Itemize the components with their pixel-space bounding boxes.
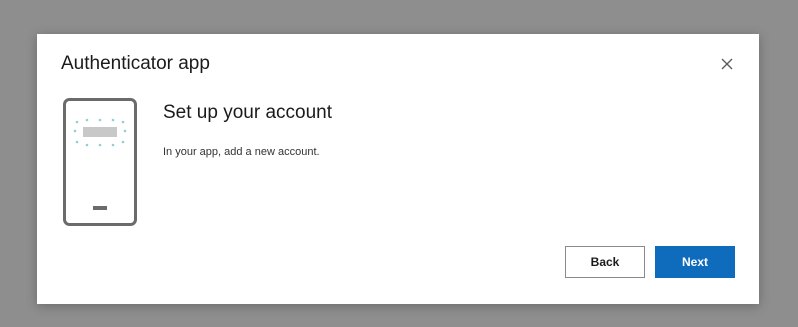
close-button[interactable] [717, 54, 737, 74]
phone-illustration [63, 98, 137, 226]
phone-qr-icon [63, 98, 137, 226]
setup-heading: Set up your account [163, 102, 332, 123]
close-icon [721, 58, 733, 70]
dialog-title: Authenticator app [61, 53, 210, 74]
next-button[interactable]: Next [655, 246, 735, 278]
back-button[interactable]: Back [565, 246, 645, 278]
authenticator-dialog: Authenticator app Set up your account In… [37, 34, 759, 304]
setup-description: In your app, add a new account. [163, 146, 320, 158]
